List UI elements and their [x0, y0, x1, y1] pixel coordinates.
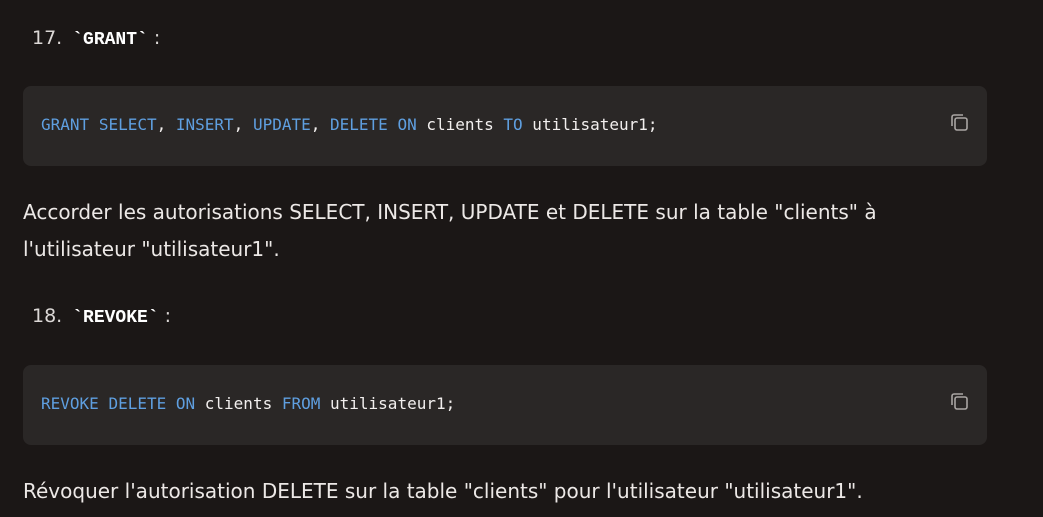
code-line: REVOKE DELETE ON clients FROM utilisateu…: [41, 394, 455, 413]
code-line: GRANT SELECT, INSERT, UPDATE, DELETE ON …: [41, 115, 658, 134]
code-text: clients: [195, 394, 282, 413]
code-text: ,: [156, 115, 176, 134]
heading-colon: :: [164, 305, 172, 327]
code-keyword: SELECT: [98, 115, 157, 134]
list-number: 18.: [32, 305, 63, 327]
code-keyword: REVOKE: [41, 394, 99, 413]
description-grant: Accorder les autorisations SELECT, INSER…: [23, 200, 877, 261]
code-keyword: UPDATE: [252, 115, 311, 134]
code-text: ,: [233, 115, 253, 134]
code-keyword: INSERT: [175, 115, 234, 134]
code-keyword: ON: [397, 115, 417, 134]
code-keyword: DELETE: [330, 115, 388, 134]
code-keyword: ON: [175, 394, 196, 413]
heading-colon: :: [153, 27, 161, 49]
command-name: `REVOKE`: [72, 308, 159, 328]
code-keyword: GRANT: [41, 115, 90, 134]
code-text: utilisateur1;: [522, 115, 658, 134]
code-keyword: DELETE: [108, 394, 167, 413]
command-name: `GRANT`: [72, 30, 148, 50]
code-block-revoke: REVOKE DELETE ON clients FROM utilisateu…: [23, 365, 987, 445]
section-heading-grant: 17. `GRANT` :: [32, 27, 160, 50]
code-text: ,: [310, 115, 330, 134]
list-number: 17.: [32, 27, 63, 49]
copy-icon[interactable]: [949, 112, 971, 134]
section-heading-revoke: 18. `REVOKE` :: [32, 305, 171, 328]
code-text: clients: [416, 115, 504, 134]
code-keyword: FROM: [281, 394, 321, 413]
code-text: utilisateur1;: [320, 394, 456, 413]
code-keyword: TO: [503, 115, 523, 134]
description-revoke: Révoquer l'autorisation DELETE sur la ta…: [23, 479, 863, 503]
copy-icon[interactable]: [949, 391, 971, 413]
code-block-grant: GRANT SELECT, INSERT, UPDATE, DELETE ON …: [23, 86, 987, 166]
